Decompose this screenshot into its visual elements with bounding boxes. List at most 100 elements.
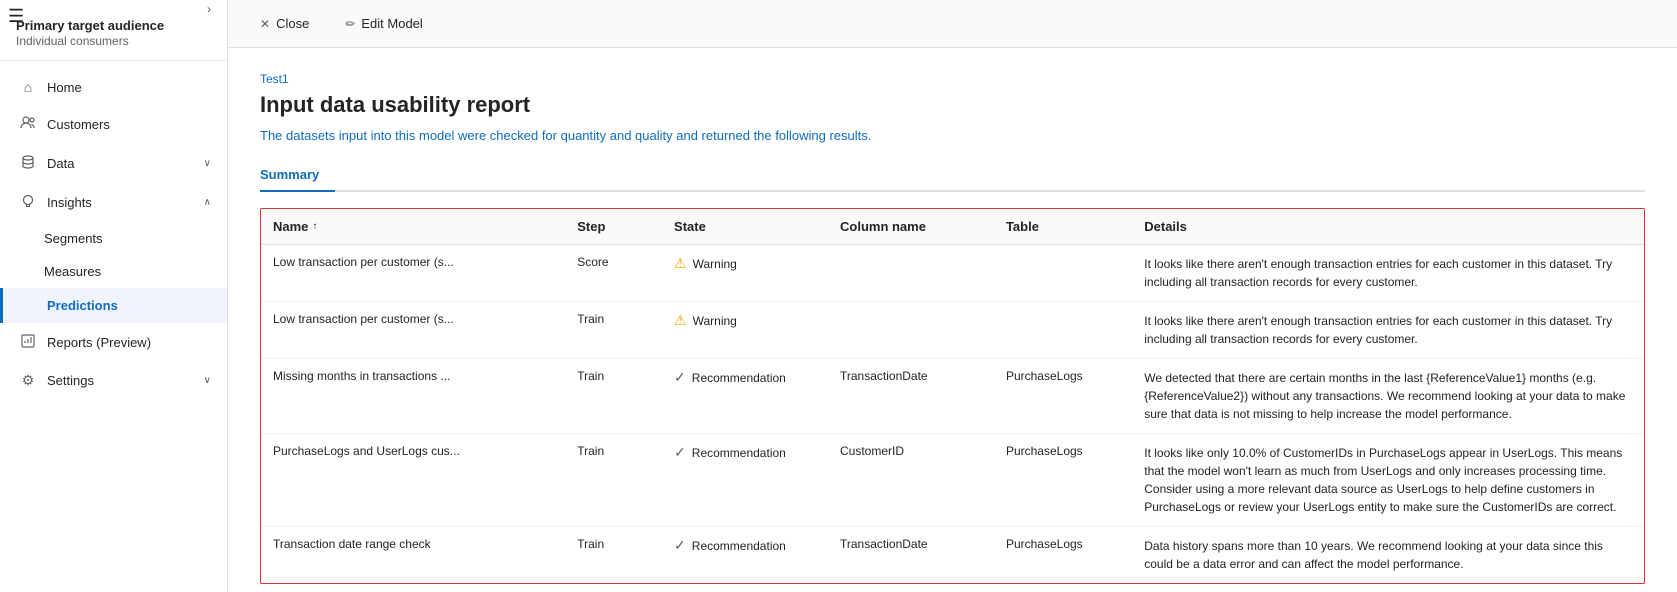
- state-label: Recommendation: [692, 539, 786, 553]
- sidebar-expand-icon[interactable]: ›: [207, 2, 211, 16]
- cell-column-name: [828, 245, 994, 302]
- sidebar-item-data[interactable]: Data ∨: [0, 144, 227, 183]
- cell-name: Low transaction per customer (s...: [261, 302, 565, 359]
- th-name[interactable]: Name ↑: [261, 209, 565, 245]
- cell-state: ✓ Recommendation: [662, 434, 828, 527]
- sidebar-item-label: Insights: [47, 195, 194, 210]
- warning-icon: ⚠: [674, 312, 687, 329]
- cell-step: Train: [565, 434, 662, 527]
- sidebar-item-label: Data: [47, 156, 194, 171]
- cell-details: We detected that there are certain month…: [1132, 359, 1644, 434]
- chevron-down-icon: ∨: [204, 158, 211, 169]
- sidebar-header: Primary target audience › Individual con…: [0, 0, 227, 61]
- edit-icon: ✏: [345, 17, 355, 31]
- menu-icon[interactable]: ☰: [8, 6, 24, 27]
- table-row: Low transaction per customer (s... Train…: [261, 302, 1644, 359]
- table-header-row: Name ↑ Step State Column name: [261, 209, 1644, 245]
- sidebar-item-settings[interactable]: ⚙ Settings ∨: [0, 362, 227, 399]
- table-body: Low transaction per customer (s... Score…: [261, 245, 1644, 584]
- cell-details: It looks like there aren't enough transa…: [1132, 245, 1644, 302]
- table-row: Missing months in transactions ... Train…: [261, 359, 1644, 434]
- sort-icon: ↑: [312, 221, 317, 232]
- recommendation-icon: ✓: [674, 369, 686, 386]
- settings-icon: ⚙: [19, 372, 37, 389]
- sidebar-item-customers[interactable]: Customers: [0, 105, 227, 144]
- table-row: Low transaction per customer (s... Score…: [261, 245, 1644, 302]
- warning-icon: ⚠: [674, 255, 687, 272]
- cell-table: PurchaseLogs: [994, 434, 1132, 527]
- close-icon: ✕: [260, 17, 270, 31]
- cell-column-name: TransactionDate: [828, 359, 994, 434]
- cell-details: Data history spans more than 10 years. W…: [1132, 527, 1644, 584]
- page-description: The datasets input into this model were …: [260, 128, 1645, 143]
- topbar: ✕ Close ✏ Edit Model: [228, 0, 1677, 48]
- cell-step: Score: [565, 245, 662, 302]
- th-column-name: Column name: [828, 209, 994, 245]
- cell-step: Train: [565, 359, 662, 434]
- cell-step: Train: [565, 302, 662, 359]
- data-table: Name ↑ Step State Column name: [261, 209, 1644, 583]
- chevron-down-icon: ∨: [204, 375, 211, 386]
- cell-state: ✓ Recommendation: [662, 527, 828, 584]
- page-title: Input data usability report: [260, 92, 1645, 118]
- cell-table: [994, 302, 1132, 359]
- recommendation-icon: ✓: [674, 537, 686, 554]
- breadcrumb: Test1: [260, 72, 1645, 86]
- sidebar-item-label: Customers: [47, 117, 211, 132]
- cell-table: PurchaseLogs: [994, 359, 1132, 434]
- cell-name: PurchaseLogs and UserLogs cus...: [261, 434, 565, 527]
- sidebar-item-predictions[interactable]: Predictions: [0, 288, 227, 323]
- state-label: Recommendation: [692, 446, 786, 460]
- th-step: Step: [565, 209, 662, 245]
- sidebar-item-label: Settings: [47, 373, 194, 388]
- cell-name: Missing months in transactions ...: [261, 359, 565, 434]
- sidebar-item-measures[interactable]: Measures: [0, 255, 227, 288]
- sidebar-item-home[interactable]: ⌂ Home: [0, 69, 227, 105]
- state-label: Warning: [693, 257, 737, 271]
- cell-state: ⚠Warning: [662, 302, 828, 359]
- table-row: Transaction date range check Train ✓Reco…: [261, 527, 1644, 584]
- th-table: Table: [994, 209, 1132, 245]
- sidebar-item-label: Measures: [44, 264, 101, 279]
- sidebar-item-segments[interactable]: Segments: [0, 222, 227, 255]
- home-icon: ⌂: [19, 79, 37, 95]
- recommendation-icon: ✓: [674, 444, 686, 461]
- sidebar-item-reports[interactable]: Reports (Preview): [0, 323, 227, 362]
- close-label: Close: [276, 16, 309, 31]
- cell-details: It looks like there aren't enough transa…: [1132, 302, 1644, 359]
- data-icon: [19, 154, 37, 173]
- cell-name: Transaction date range check: [261, 527, 565, 584]
- cell-table: PurchaseLogs: [994, 527, 1132, 584]
- cell-column-name: [828, 302, 994, 359]
- cell-state: ⚠ Warning: [662, 245, 828, 302]
- cell-name: Low transaction per customer (s...: [261, 245, 565, 302]
- sidebar-title: Primary target audience: [16, 18, 164, 33]
- close-button[interactable]: ✕ Close: [252, 12, 317, 35]
- cell-column-name: TransactionDate: [828, 527, 994, 584]
- th-state: State: [662, 209, 828, 245]
- sidebar-subtitle: Individual consumers: [16, 34, 129, 48]
- sidebar-item-label: Home: [47, 80, 211, 95]
- customers-icon: [19, 115, 37, 134]
- insights-icon: [19, 193, 37, 212]
- reports-icon: [19, 333, 37, 352]
- sidebar-item-insights[interactable]: Insights ∧: [0, 183, 227, 222]
- main-content: ✕ Close ✏ Edit Model Test1 Input data us…: [228, 0, 1677, 592]
- chevron-up-icon: ∧: [204, 197, 211, 208]
- state-label: Recommendation: [692, 371, 786, 385]
- sidebar-nav: ⌂ Home Customers Data ∨ Insights ∧: [0, 61, 227, 592]
- tabs-bar: Summary: [260, 159, 1645, 192]
- content-area: Test1 Input data usability report The da…: [228, 48, 1677, 592]
- data-table-wrapper: Name ↑ Step State Column name: [260, 208, 1645, 584]
- sidebar-item-label: Predictions: [47, 298, 211, 313]
- sidebar-item-label: Reports (Preview): [47, 335, 211, 350]
- cell-details: It looks like only 10.0% of CustomerIDs …: [1132, 434, 1644, 527]
- table-row: PurchaseLogs and UserLogs cus... Train ✓…: [261, 434, 1644, 527]
- sidebar: Primary target audience › Individual con…: [0, 0, 228, 592]
- sidebar-item-label: Segments: [44, 231, 103, 246]
- edit-label: Edit Model: [361, 16, 422, 31]
- tab-summary[interactable]: Summary: [260, 159, 335, 192]
- th-details: Details: [1132, 209, 1644, 245]
- edit-model-button[interactable]: ✏ Edit Model: [337, 12, 430, 35]
- cell-column-name: CustomerID: [828, 434, 994, 527]
